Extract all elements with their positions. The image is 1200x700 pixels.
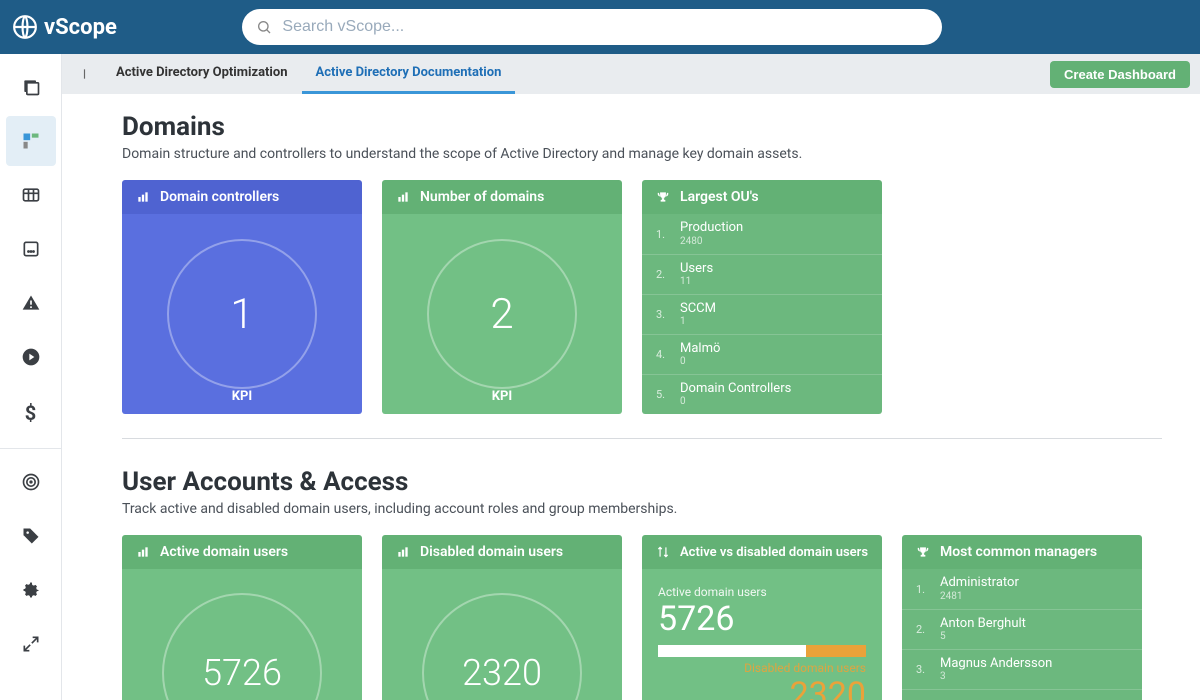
- brand-text: vScope: [44, 15, 117, 40]
- list-item[interactable]: 4.Malmö0: [642, 334, 882, 374]
- section-title-domains: Domains: [122, 112, 1162, 142]
- library-icon: [21, 77, 41, 97]
- sidebar-item-library[interactable]: [6, 62, 56, 112]
- bar-chart-icon: [396, 190, 410, 204]
- sidebar: $: [0, 54, 62, 700]
- list-item[interactable]: 2.Users11: [642, 254, 882, 294]
- warning-icon: [21, 293, 41, 313]
- gear-icon: [21, 580, 41, 600]
- section-divider: [122, 438, 1162, 439]
- tabs-bar: Active Directory Optimization Active Dir…: [62, 54, 1200, 94]
- tools-icon: [21, 634, 41, 654]
- dollar-icon: $: [21, 401, 41, 421]
- card-disabled-domain-users[interactable]: Disabled domain users 2320: [382, 535, 622, 700]
- card-largest-ous[interactable]: Largest OU's 1.Production2480 2.Users11 …: [642, 180, 882, 414]
- sidebar-item-notes[interactable]: [6, 224, 56, 274]
- create-dashboard-button[interactable]: Create Dashboard: [1050, 61, 1190, 88]
- sidebar-item-play[interactable]: [6, 332, 56, 382]
- list-item[interactable]: 1.Administrator2481: [902, 569, 1142, 609]
- globe-icon: [12, 14, 38, 40]
- card-title: Active vs disabled domain users: [680, 545, 868, 560]
- dashboard-icon: [21, 131, 41, 151]
- bar-chart-icon: [136, 190, 150, 204]
- ratio-bar-active: [658, 645, 806, 657]
- tab-optimization[interactable]: Active Directory Optimization: [102, 54, 302, 94]
- active-label: Active domain users: [658, 585, 866, 599]
- note-icon: [21, 239, 41, 259]
- bar-chart-icon: [396, 545, 410, 559]
- section-title-users: User Accounts & Access: [122, 467, 1162, 497]
- sidebar-item-alerts[interactable]: [6, 278, 56, 328]
- card-title: Domain controllers: [160, 189, 279, 205]
- table-icon: [21, 185, 41, 205]
- card-number-of-domains[interactable]: Number of domains 2 KPI: [382, 180, 622, 414]
- list-item[interactable]: 2.Anton Berghult5: [902, 609, 1142, 649]
- list-item[interactable]: 3.Magnus Andersson3: [902, 649, 1142, 689]
- disabled-label: Disabled domain users: [658, 661, 866, 675]
- content-area: Domains Domain structure and controllers…: [62, 94, 1200, 700]
- kpi-value: 5726: [162, 593, 322, 700]
- tab-documentation[interactable]: Active Directory Documentation: [302, 54, 516, 94]
- bar-chart-icon: [136, 545, 150, 559]
- kpi-value: 1: [167, 239, 317, 389]
- compare-icon: [656, 545, 670, 559]
- active-value: 5726: [658, 599, 866, 639]
- managers-list: 1.Administrator2481 2.Anton Berghult5 3.…: [902, 569, 1142, 700]
- sidebar-item-dashboards[interactable]: [6, 116, 56, 166]
- section-subtitle-users: Track active and disabled domain users, …: [122, 501, 1162, 517]
- list-item[interactable]: 4.Nikolai Qveflander: [902, 689, 1142, 700]
- disabled-value: 2320: [658, 675, 866, 700]
- section-subtitle-domains: Domain structure and controllers to unde…: [122, 146, 1162, 162]
- tag-icon: [21, 526, 41, 546]
- card-active-vs-disabled[interactable]: Active vs disabled domain users Active d…: [642, 535, 882, 700]
- card-domain-controllers[interactable]: Domain controllers 1 KPI: [122, 180, 362, 414]
- tab-sort-icon[interactable]: [74, 54, 102, 94]
- sidebar-item-tools[interactable]: [6, 619, 56, 669]
- play-icon: [21, 347, 41, 367]
- card-title: Disabled domain users: [420, 544, 563, 560]
- app-logo[interactable]: vScope: [12, 14, 117, 40]
- search-input[interactable]: [242, 9, 942, 45]
- kpi-value: 2: [427, 239, 577, 389]
- list-item[interactable]: 5.Domain Controllers0: [642, 374, 882, 414]
- ou-list: 1.Production2480 2.Users11 3.SCCM1 4.Mal…: [642, 214, 882, 414]
- search-icon: [256, 19, 272, 35]
- kpi-label: KPI: [492, 389, 512, 404]
- kpi-label: KPI: [232, 389, 252, 404]
- card-active-domain-users[interactable]: Active domain users 5726: [122, 535, 362, 700]
- card-title: Largest OU's: [680, 189, 759, 205]
- card-title: Number of domains: [420, 189, 544, 205]
- sidebar-item-target[interactable]: [6, 457, 56, 507]
- target-icon: [21, 472, 41, 492]
- card-title: Most common managers: [940, 544, 1097, 560]
- card-most-common-managers[interactable]: Most common managers 1.Administrator2481…: [902, 535, 1142, 700]
- list-item[interactable]: 1.Production2480: [642, 214, 882, 254]
- search-wrapper: [242, 9, 942, 45]
- list-item[interactable]: 3.SCCM1: [642, 294, 882, 334]
- trophy-icon: [656, 190, 670, 204]
- ratio-bar: [658, 645, 866, 657]
- sidebar-item-settings[interactable]: [6, 565, 56, 615]
- sidebar-item-tags[interactable]: [6, 511, 56, 561]
- sidebar-item-tables[interactable]: [6, 170, 56, 220]
- sidebar-item-billing[interactable]: $: [6, 386, 56, 436]
- card-title: Active domain users: [160, 544, 288, 560]
- kpi-value: 2320: [422, 593, 582, 700]
- trophy-icon: [916, 545, 930, 559]
